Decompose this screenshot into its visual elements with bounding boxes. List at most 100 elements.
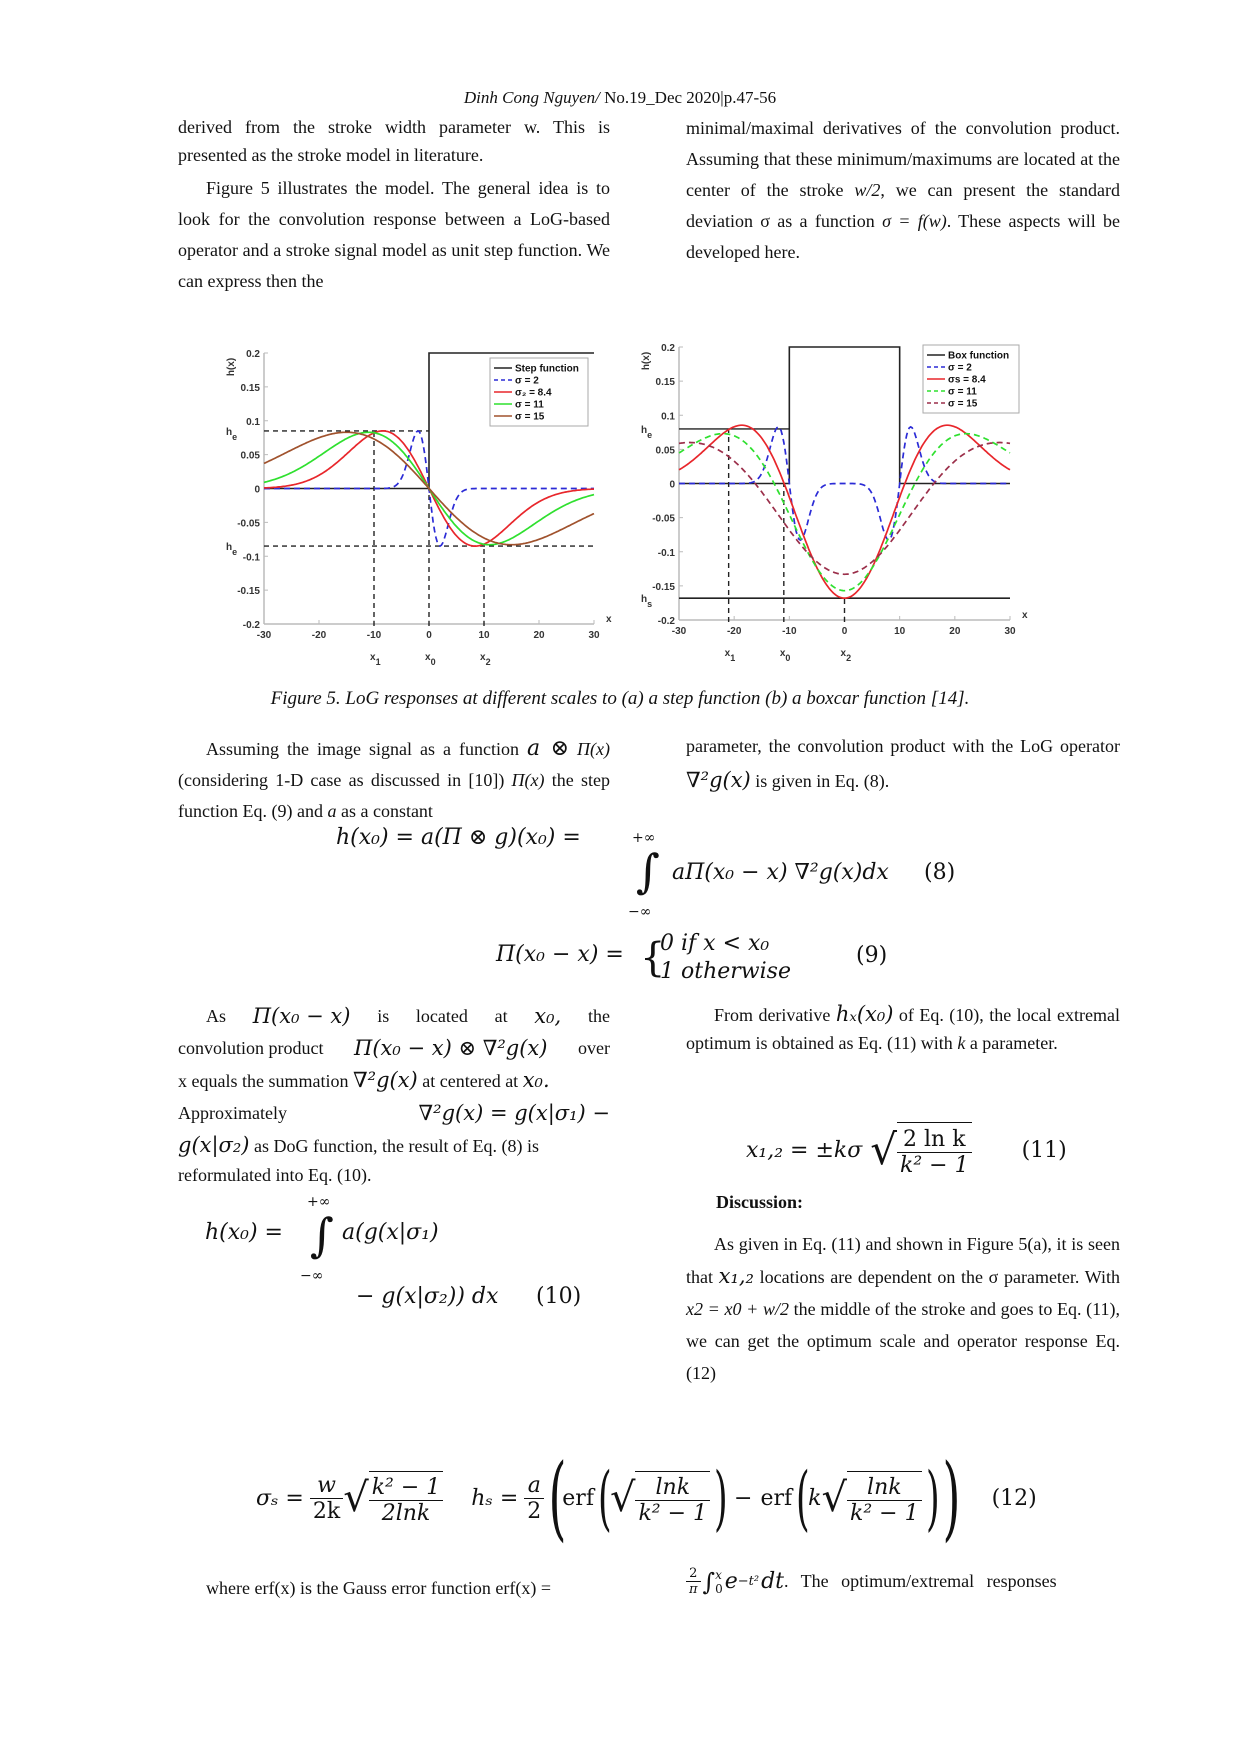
y-mark-subscript: e — [232, 432, 237, 442]
numerator: lnk — [847, 1475, 922, 1501]
legend: Box functionσ = 2σs = 8.4σ = 11σ = 15 — [922, 344, 1020, 414]
text-run: From derivative — [714, 1005, 836, 1025]
equation-12: σₛ = w 2k √ k² − 1 2lnk hₛ = a 2 ( erf (… — [256, 1452, 1037, 1544]
denominator: 2k — [312, 1498, 341, 1524]
x-tick-label: 10 — [478, 630, 490, 641]
text-run: over — [578, 1038, 610, 1058]
sqrt-fraction: k² − 1 2lnk — [368, 1470, 444, 1526]
y-tick-label: 0.2 — [246, 349, 260, 360]
y-mark-label: hs — [641, 594, 652, 609]
text-run: parameter, the convolution product with … — [686, 736, 1120, 756]
bottom-left-text: where erf(x) is the Gauss error function… — [206, 1578, 552, 1598]
x-tick-label: 30 — [1004, 626, 1016, 637]
text-run: Approximately — [178, 1103, 287, 1123]
text-run: w/2 — [854, 180, 881, 200]
discussion-paragraph: As given in Eq. (11) and shown in Figure… — [686, 1228, 1120, 1389]
numerator: a — [524, 1473, 545, 1499]
eq9-case-1: 0 if x < x₀ — [660, 931, 770, 956]
line: convolution product Π(x₀ − x) ⊗ ∇²g(x) o… — [178, 1032, 610, 1064]
line: g(x|σ₂) as DoG function, the result of E… — [178, 1129, 610, 1162]
integral-sign: ∫ — [310, 1208, 334, 1262]
erf-label: erf — [760, 1485, 793, 1511]
eq8-integrand-text: aΠ(x₀ − x) ∇²g(x)dx — [672, 860, 889, 885]
text-run: located — [415, 1006, 468, 1026]
math-inline: x₀. — [522, 1068, 550, 1092]
text-run: Π(x) — [577, 739, 611, 759]
paragraph: parameter, the convolution product with … — [686, 729, 1120, 798]
text-run: as DoG function, the result of Eq. (8) i… — [249, 1136, 539, 1156]
x-mark-label: x2 — [480, 652, 491, 667]
y-mark-label: he — [641, 425, 652, 440]
paragraph: As given in Eq. (11) and shown in Figure… — [686, 1228, 1120, 1389]
text-run: the — [587, 1006, 610, 1026]
x-mark-subscript: 0 — [785, 653, 790, 663]
minus-sign: − — [734, 1485, 753, 1511]
x-mark-label: x0 — [780, 648, 791, 663]
legend-label: Box function — [948, 351, 1009, 362]
math-inline: g(x|σ₂) — [178, 1133, 250, 1157]
left-column-2: As Π(x₀ − x) is located at x₀, the convolution… — [178, 1000, 610, 1188]
sqrt-sign: √ — [343, 1475, 369, 1521]
x-mark-subscript: 1 — [730, 653, 735, 663]
two-over-pi: 2 π — [686, 1566, 701, 1597]
y-mark-subscript: s — [647, 599, 652, 609]
top-left-column: derived from the stroke width parameter … — [178, 113, 610, 297]
x-tick-label: -20 — [312, 630, 327, 641]
y-tick-label: 0 — [669, 480, 675, 491]
sqrt-sign: √ — [821, 1475, 848, 1521]
k-var: k — [808, 1485, 822, 1511]
reference-lines — [679, 428, 1010, 622]
header-issue: No.19_Dec 2020|p.47-56 — [599, 88, 777, 107]
math-inline: x₁,₂ — [718, 1264, 754, 1288]
x-axis-label: x — [1022, 610, 1028, 621]
math-inline: ∇²g(x) — [686, 768, 751, 792]
paren-close: ) — [942, 1444, 961, 1551]
denominator: 2lnk — [381, 1500, 431, 1526]
text-run: (considering 1-D case as discussed in [1… — [178, 770, 512, 790]
x-mark-label: x2 — [841, 648, 852, 663]
math-inline: ∇²g(x) = g(x|σ₁) − — [418, 1101, 610, 1125]
discussion-heading: Discussion: — [716, 1192, 804, 1212]
bottom-right-text: 2 π ∫ x 0 e −t² dt. The optimum/extremal r… — [686, 1566, 1120, 1597]
y-tick-label: 0.05 — [656, 445, 676, 456]
mid-right-column: parameter, the convolution product with … — [686, 729, 1120, 798]
paragraph: From derivative hₓ(x₀) of Eq. (10), the … — [686, 1000, 1120, 1057]
text-run: at — [494, 1006, 508, 1026]
equation-11: x₁,₂ = ±kσ √ 2 ln k k² − 1 (11) — [746, 1122, 1067, 1178]
text-run: convolution product — [178, 1038, 324, 1058]
eq10-number: (10) — [536, 1284, 582, 1309]
sqrt-sign: √ — [609, 1475, 636, 1521]
eq10-line1-text: a(g(x|σ₁) — [342, 1220, 439, 1245]
equation-8: h(x₀) = a(Π ⊗ g)(x₀) = — [336, 825, 581, 850]
y-tick-label: 0.1 — [661, 411, 675, 422]
eq12-number: (12) — [991, 1485, 1037, 1511]
y-axis-label: h(x) — [226, 358, 237, 376]
eq12-sigma-lhs: σₛ = — [256, 1485, 304, 1511]
paren-close: ) — [925, 1457, 940, 1539]
eq11-fraction: 2 ln k k² − 1 — [897, 1122, 972, 1178]
sqrt-fraction: lnk k² − 1 — [847, 1470, 922, 1526]
text-run: a parameter. — [965, 1033, 1058, 1053]
x-tick-label: -30 — [257, 630, 272, 641]
x-tick-label: 20 — [533, 630, 545, 641]
x-tick-label: -10 — [367, 630, 382, 641]
integral-sign: ∫ — [702, 1567, 716, 1596]
math-inline: hₓ(x₀) — [835, 1002, 894, 1026]
numerator: w — [309, 1473, 344, 1499]
legend-label: σ = 11 — [948, 387, 977, 398]
eq9-number: (9) — [856, 943, 888, 968]
y-tick-label: -0.05 — [237, 518, 260, 529]
text-run: is — [377, 1006, 390, 1026]
y-tick-label: 0.15 — [656, 377, 676, 388]
eq8-number: (8) — [924, 860, 956, 885]
line: x equals the summation ∇²g(x) at centere… — [178, 1064, 610, 1097]
paragraph: Assuming the image signal as a function … — [178, 733, 610, 827]
figure-panel-a: -0.2-0.15-0.1-0.0500.050.10.150.2-30 -20-… — [226, 349, 612, 667]
math-inline: a ⊗ — [526, 736, 570, 761]
eq11-number: (11) — [1021, 1137, 1067, 1163]
text-run: reformulated into Eq. (10). — [178, 1165, 372, 1185]
running-header: Dinh Cong Nguyen/ No.19_Dec 2020|p.47-56 — [0, 88, 1240, 108]
denominator: k² − 1 — [850, 1500, 919, 1526]
header-author: Dinh Cong Nguyen/ — [463, 88, 600, 107]
x-axis-label: x — [606, 614, 612, 625]
